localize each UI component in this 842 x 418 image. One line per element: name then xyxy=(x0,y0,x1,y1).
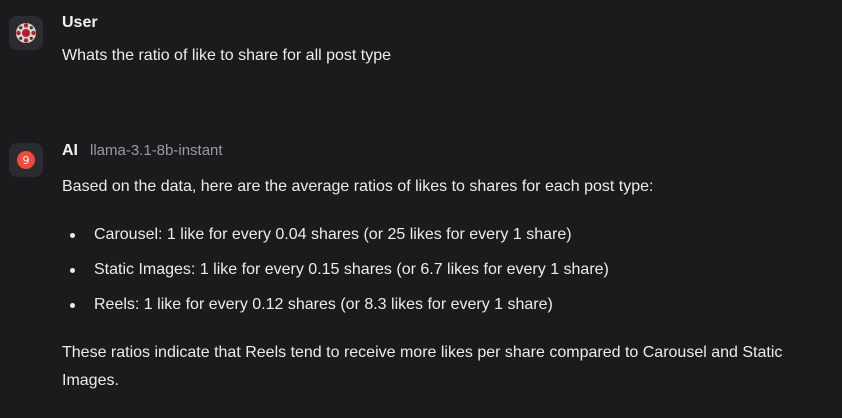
ratio-list: Carousel: 1 like for every 0.04 shares (… xyxy=(62,221,822,326)
sender-name: AI xyxy=(62,142,78,159)
sender-name: User xyxy=(62,14,98,31)
user-message-header: User xyxy=(62,14,98,32)
ai-message-content: Based on the data, here are the average … xyxy=(62,173,822,395)
list-item-text: Reels: 1 like for every 0.12 shares (or … xyxy=(94,296,553,313)
user-message-content: Whats the ratio of like to share for all… xyxy=(62,42,822,70)
ai-message-header: AI llama-3.1-8b-instant xyxy=(62,142,223,160)
list-item-text: Static Images: 1 like for every 0.15 sha… xyxy=(94,261,609,278)
bullet-icon xyxy=(70,268,75,273)
ai-avatar: 9 xyxy=(9,143,43,177)
model-name: llama-3.1-8b-instant xyxy=(90,142,223,159)
ai-badge-icon: 9 xyxy=(17,151,35,169)
bullet-icon xyxy=(70,303,75,308)
bullet-icon xyxy=(70,233,75,238)
user-message-text: Whats the ratio of like to share for all… xyxy=(62,47,392,64)
list-item-text: Carousel: 1 like for every 0.04 shares (… xyxy=(94,226,572,243)
list-item: Static Images: 1 like for every 0.15 sha… xyxy=(62,256,822,291)
ai-conclusion-text: These ratios indicate that Reels tend to… xyxy=(62,344,783,389)
user-avatar-icon xyxy=(16,23,36,43)
list-item: Reels: 1 like for every 0.12 shares (or … xyxy=(62,291,822,326)
user-avatar xyxy=(9,16,43,50)
list-item: Carousel: 1 like for every 0.04 shares (… xyxy=(62,221,822,256)
ai-intro-text: Based on the data, here are the average … xyxy=(62,178,654,195)
